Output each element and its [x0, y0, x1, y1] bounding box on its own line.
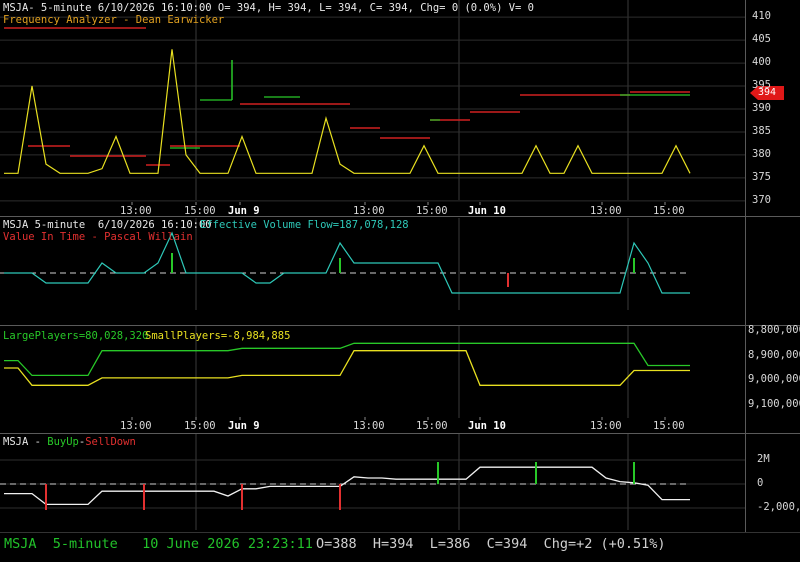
time-tick-label: 15:00	[416, 205, 448, 217]
price-tick-label: 410	[752, 10, 771, 23]
buyup-selldown-line	[4, 466, 690, 506]
large-players-label: LargePlayers=80,028,320	[3, 330, 149, 342]
time-tick-label: 15:00	[416, 420, 448, 432]
time-tick-label: 13:00	[120, 205, 152, 217]
price-tick-label: 390	[752, 102, 771, 114]
buyup-selldown-header: MSJA - BuyUp-SellDown	[3, 436, 136, 448]
price-tick-label: 370	[752, 193, 771, 206]
players-tick-label: 9,100,000	[748, 398, 800, 410]
evf-header-prefix: MSJA 5-minute 6/10/2026 16:10:00	[3, 219, 212, 231]
buyup-tick-label: -2,000,000	[757, 501, 800, 513]
selldown-label: SellDown	[85, 436, 136, 448]
evf-label: Effective Volume Flow=187,078,128	[200, 219, 409, 231]
time-tick-label: 13:00	[590, 205, 622, 217]
players-tick-label: 8,900,000	[748, 348, 800, 361]
price-tick-label: 400	[752, 56, 771, 69]
time-tick-label: 13:00	[120, 420, 152, 432]
small-players-line	[4, 350, 690, 386]
players-tick-label: 9,000,000	[748, 373, 800, 386]
time-tick-label: 15:00	[184, 205, 216, 217]
time-tick-label: Jun 9	[228, 205, 260, 217]
time-tick-label: 15:00	[184, 420, 216, 432]
time-tick-label: 15:00	[653, 420, 685, 432]
price-tick-label: 395	[752, 79, 771, 92]
time-tick-label: 15:00	[653, 205, 685, 217]
time-tick-label: Jun 10	[468, 420, 506, 432]
time-tick-label: 13:00	[353, 420, 385, 432]
time-tick-label: Jun 10	[468, 205, 506, 217]
chart-canvas[interactable]	[0, 0, 800, 562]
time-tick-label: Jun 9	[228, 420, 260, 432]
price-tick-label: 385	[752, 124, 771, 137]
buyup-label: BuyUp	[47, 436, 79, 448]
buyup-tick-label: 2M	[757, 452, 770, 465]
small-players-label: SmallPlayers=-8,984,885	[145, 330, 291, 342]
price-tick-label: 375	[752, 170, 771, 183]
frequency-analyzer-label: Frequency Analyzer - Dean Earwicker	[3, 14, 225, 26]
value-in-time-label: Value In Time - Pascal Willain	[3, 231, 193, 243]
price-tick-label: 405	[752, 33, 771, 46]
status-symbol-time: MSJA 5-minute 10 June 2026 23:23:11	[4, 536, 313, 552]
price-tick-label: 380	[752, 147, 771, 160]
large-players-line	[4, 342, 690, 377]
buyup-tick-label: 0	[757, 477, 764, 489]
players-tick-label: 8,800,000	[748, 324, 800, 336]
price-header: MSJA- 5-minute 6/10/2026 16:10:00 O= 394…	[3, 2, 535, 14]
status-ohlc: O=388 H=394 L=386 C=394 Chg=+2 (+0.51%)	[316, 536, 666, 552]
time-tick-label: 13:00	[590, 420, 622, 432]
time-tick-label: 13:00	[353, 205, 385, 217]
symbol-prefix: MSJA -	[3, 436, 48, 448]
